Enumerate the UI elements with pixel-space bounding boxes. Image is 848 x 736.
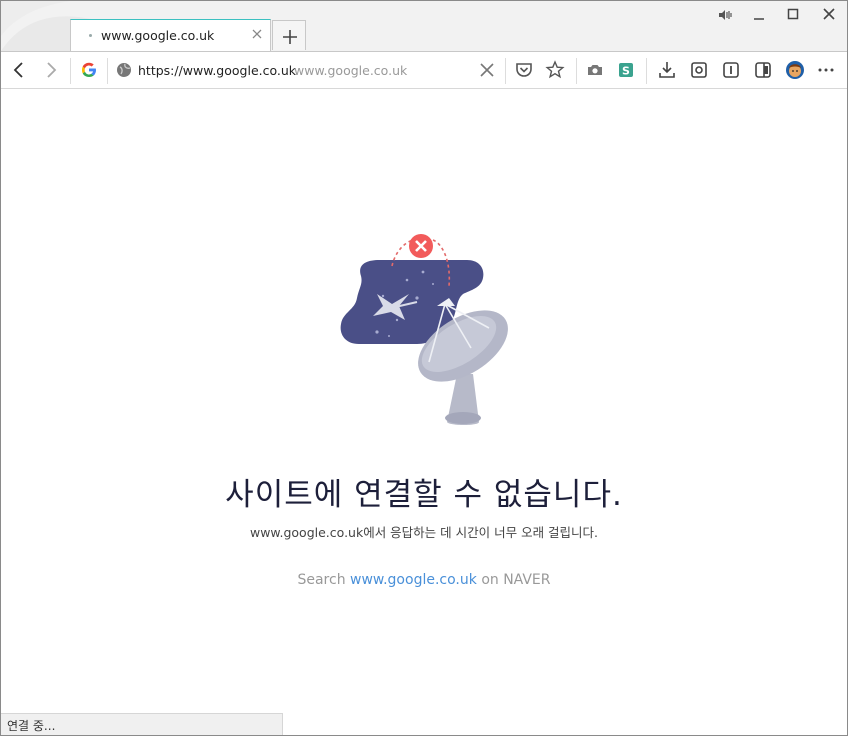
close-window-button[interactable] [818, 5, 840, 25]
error-title: 사이트에 연결할 수 없습니다. [225, 477, 623, 513]
url-hint: www.google.co.uk [294, 63, 408, 78]
page-content: 사이트에 연결할 수 없습니다. www.google.co.uk에서 응답하는… [1, 89, 847, 711]
pocket-icon[interactable] [513, 59, 535, 81]
capture-icon[interactable] [688, 59, 710, 81]
back-button[interactable] [8, 59, 30, 81]
toolbar-divider [505, 58, 506, 84]
browser-window: www.google.co.uk https://www.google.co.u… [0, 0, 848, 736]
sidebar-icon[interactable] [752, 59, 774, 81]
naver-search: Search www.google.co.uk on NAVER [1, 572, 847, 588]
error-description: www.google.co.uk에서 응답하는 데 시간이 너무 오래 걸립니다… [249, 525, 599, 540]
more-icon[interactable] [815, 59, 837, 81]
title-bar: www.google.co.uk [1, 1, 847, 51]
download-icon[interactable] [656, 59, 678, 81]
svg-text:S: S [622, 65, 630, 78]
camera-icon[interactable] [584, 59, 606, 81]
sound-icon[interactable] [715, 5, 737, 25]
satellite-dish-illustration [340, 234, 508, 425]
search-suffix: on NAVER [481, 572, 551, 588]
globe-icon [117, 63, 131, 77]
reader-icon[interactable] [720, 59, 742, 81]
google-g-icon[interactable] [78, 59, 100, 81]
star-icon[interactable] [544, 59, 566, 81]
navigation-toolbar: https://www.google.co.uk www.google.co.u… [1, 51, 847, 89]
tab-loading-icon [89, 34, 92, 37]
new-tab-button[interactable] [272, 20, 306, 50]
status-bar: 연결 중... [1, 713, 283, 735]
plus-icon [283, 30, 297, 44]
avatar[interactable] [784, 59, 806, 81]
toolbar-divider [70, 58, 71, 84]
clear-url-button[interactable] [476, 59, 498, 81]
toolbar-divider [576, 58, 577, 84]
forward-button[interactable] [40, 59, 62, 81]
minimize-button[interactable] [748, 5, 770, 25]
tab-title: www.google.co.uk [101, 28, 215, 43]
tab-active[interactable]: www.google.co.uk [70, 19, 271, 51]
url-text[interactable]: https://www.google.co.uk [138, 63, 296, 78]
maximize-button[interactable] [782, 5, 804, 25]
s-extension-icon[interactable]: S [615, 59, 637, 81]
tab-close-icon[interactable] [250, 27, 264, 41]
search-prefix: Search [297, 572, 346, 588]
search-link[interactable]: www.google.co.uk [350, 572, 477, 588]
toolbar-divider [646, 58, 647, 84]
toolbar-divider [107, 58, 108, 84]
